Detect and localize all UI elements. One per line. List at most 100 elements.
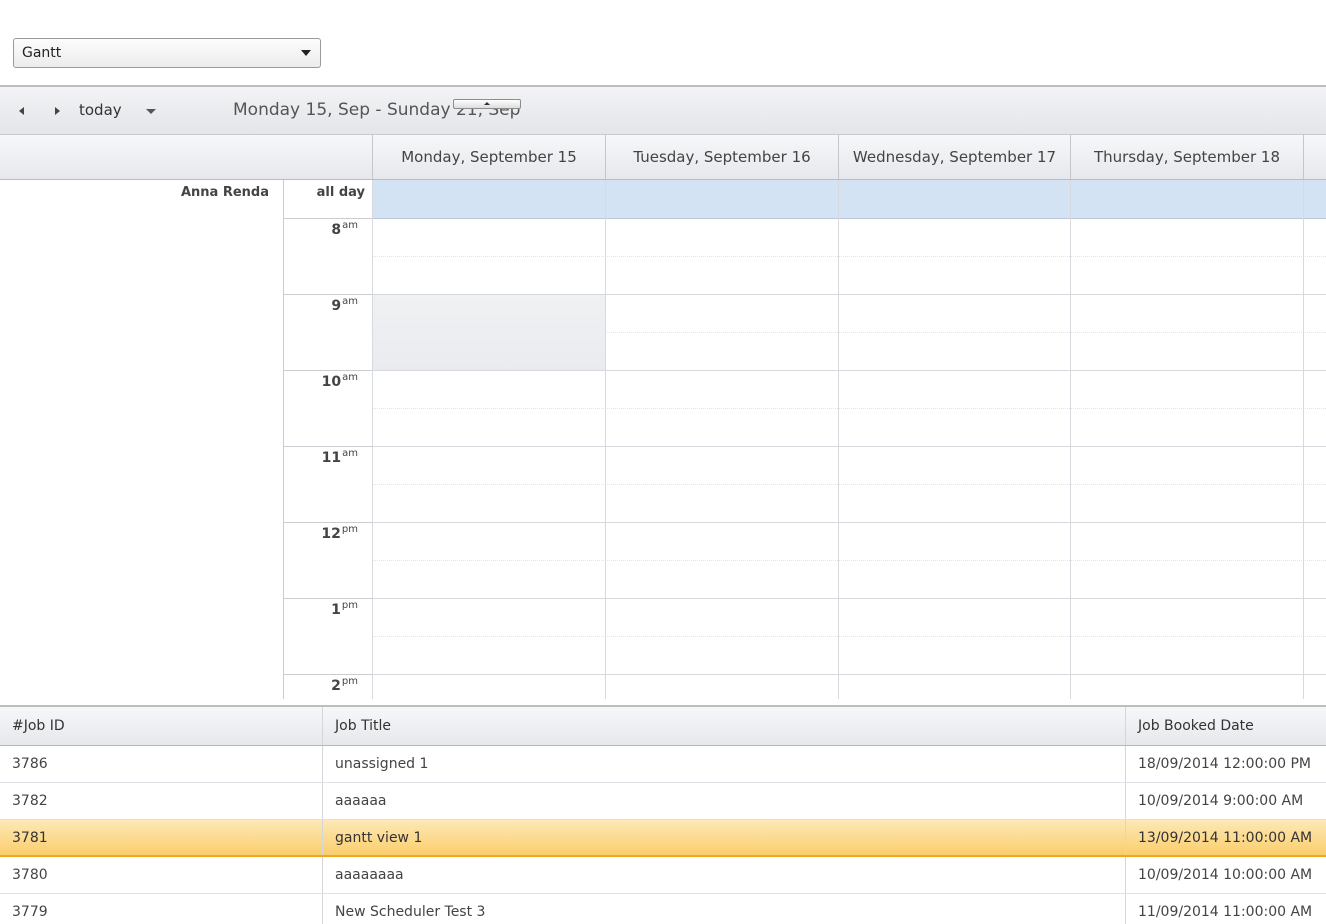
view-select[interactable]: Gantt	[13, 38, 321, 68]
hour-label: 12pm	[321, 524, 358, 542]
hour-label: 2pm	[331, 676, 358, 694]
time-column: all day 8am 9am 10am 11am 12pm 1pm 2pm	[284, 180, 373, 699]
hour-suffix: pm	[341, 600, 358, 611]
chevron-down-icon[interactable]	[146, 109, 156, 114]
col-divider	[1125, 820, 1126, 855]
col-header-job-id[interactable]: #Job ID	[0, 707, 323, 745]
table-row[interactable]: 3780 aaaaaaaa 10/09/2014 10:00:00 AM	[0, 857, 1326, 894]
col-header-job-title[interactable]: Job Title	[323, 707, 1126, 745]
view-select-value: Gantt	[22, 45, 62, 61]
day-header-fri[interactable]	[1303, 135, 1326, 179]
cell-booked-date: 13/09/2014 11:00:00 AM	[1138, 830, 1313, 846]
time-slot-row[interactable]	[372, 219, 1326, 257]
collapse-up-icon	[484, 102, 490, 105]
all-day-collapse-button[interactable]	[453, 99, 521, 109]
cell-job-id: 3782	[12, 793, 48, 809]
time-slot-row[interactable]	[372, 371, 1326, 409]
col-divider	[1125, 783, 1126, 819]
hour-label: 1pm	[331, 600, 358, 618]
hour-label: 10am	[322, 372, 358, 390]
cell-job-id: 3780	[12, 867, 48, 883]
hour-divider	[284, 522, 372, 523]
hour-divider	[284, 218, 372, 219]
time-slot-row[interactable]	[372, 447, 1326, 485]
col-divider	[322, 820, 323, 855]
cell-job-title: gantt view 1	[335, 830, 423, 846]
hour-label: 11am	[322, 448, 358, 466]
hour-number: 12	[321, 526, 341, 542]
hour-suffix: am	[342, 220, 358, 231]
col-divider	[322, 783, 323, 819]
hour-suffix: am	[342, 448, 358, 459]
day-column-divider	[1070, 180, 1071, 699]
time-slot-row[interactable]	[372, 523, 1326, 561]
table-row-selected[interactable]: 3781 gantt view 1 13/09/2014 11:00:00 AM	[0, 820, 1326, 857]
cell-job-title: unassigned 1	[335, 756, 429, 772]
day-header-wed[interactable]: Wednesday, September 17	[838, 135, 1070, 179]
day-header-thu[interactable]: Thursday, September 18	[1070, 135, 1303, 179]
hour-suffix: am	[342, 372, 358, 383]
jobs-grid-header: #Job ID Job Title Job Booked Date	[0, 707, 1326, 746]
hour-suffix: pm	[341, 676, 358, 687]
hour-number: 2	[331, 678, 341, 694]
cell-job-title: aaaaaa	[335, 793, 387, 809]
time-slot-row[interactable]	[372, 409, 1326, 447]
cell-job-id: 3781	[12, 830, 48, 846]
header-spacer	[0, 135, 372, 179]
resource-name: Anna Renda	[180, 185, 269, 200]
hour-divider	[284, 446, 372, 447]
col-header-booked-date[interactable]: Job Booked Date	[1126, 707, 1326, 745]
hour-number: 10	[321, 374, 342, 390]
cell-booked-date: 10/09/2014 9:00:00 AM	[1138, 793, 1304, 809]
day-column-divider	[838, 180, 839, 699]
time-slot-row[interactable]	[372, 561, 1326, 599]
hour-number: 11	[321, 450, 342, 466]
col-divider	[322, 894, 323, 924]
day-header: Monday, September 15 Tuesday, September …	[0, 135, 1326, 180]
hour-label: 9am	[331, 296, 358, 314]
chevron-down-icon	[301, 50, 311, 56]
col-divider	[322, 746, 323, 782]
prev-arrow-icon[interactable]	[19, 107, 24, 115]
unavailable-slot[interactable]	[372, 295, 605, 371]
next-arrow-icon[interactable]	[55, 107, 60, 115]
today-button[interactable]: today	[79, 101, 122, 119]
table-row[interactable]: 3779 New Scheduler Test 3 11/09/2014 11:00…	[0, 894, 1326, 924]
hour-divider	[284, 598, 372, 599]
scheduler: today Monday 15, Sep - Sunday 21, Sep Mo…	[0, 85, 1326, 699]
cell-booked-date: 18/09/2014 12:00:00 PM	[1138, 756, 1311, 772]
time-slot-row[interactable]	[372, 485, 1326, 523]
time-slot-row[interactable]	[372, 637, 1326, 675]
hour-number: 1	[331, 602, 341, 618]
hour-divider	[284, 370, 372, 371]
hour-suffix: am	[342, 296, 358, 307]
day-header-tue[interactable]: Tuesday, September 16	[605, 135, 838, 179]
hour-suffix: pm	[341, 524, 358, 535]
day-column-divider	[1303, 180, 1304, 699]
table-row[interactable]: 3786 unassigned 1 18/09/2014 12:00:00 PM	[0, 746, 1326, 783]
jobs-grid: #Job ID Job Title Job Booked Date 3786 un…	[0, 705, 1326, 924]
day-header-mon[interactable]: Monday, September 15	[372, 135, 605, 179]
cell-job-title: New Scheduler Test 3	[335, 904, 486, 920]
hour-number: 8	[331, 222, 342, 238]
col-divider	[1125, 894, 1126, 924]
time-slot-row[interactable]	[372, 599, 1326, 637]
table-row[interactable]: 3782 aaaaaa 10/09/2014 9:00:00 AM	[0, 783, 1326, 820]
cell-job-id: 3779	[12, 904, 48, 920]
hour-divider	[284, 674, 372, 675]
col-divider	[322, 857, 323, 893]
hour-number: 9	[331, 298, 342, 314]
cell-job-title: aaaaaaaa	[335, 867, 404, 883]
day-column-divider	[605, 180, 606, 699]
all-day-label: all day	[316, 185, 365, 200]
col-divider	[1125, 746, 1126, 782]
time-slot-row[interactable]	[372, 675, 1326, 699]
hour-divider	[284, 294, 372, 295]
cell-job-id: 3786	[12, 756, 48, 772]
time-slot-row[interactable]	[372, 257, 1326, 295]
hour-label: 8am	[331, 220, 358, 238]
scheduler-toolbar: today Monday 15, Sep - Sunday 21, Sep	[0, 87, 1326, 135]
cell-booked-date: 11/09/2014 11:00:00 AM	[1138, 904, 1313, 920]
all-day-row[interactable]	[372, 180, 1326, 219]
cell-booked-date: 10/09/2014 10:00:00 AM	[1138, 867, 1313, 883]
